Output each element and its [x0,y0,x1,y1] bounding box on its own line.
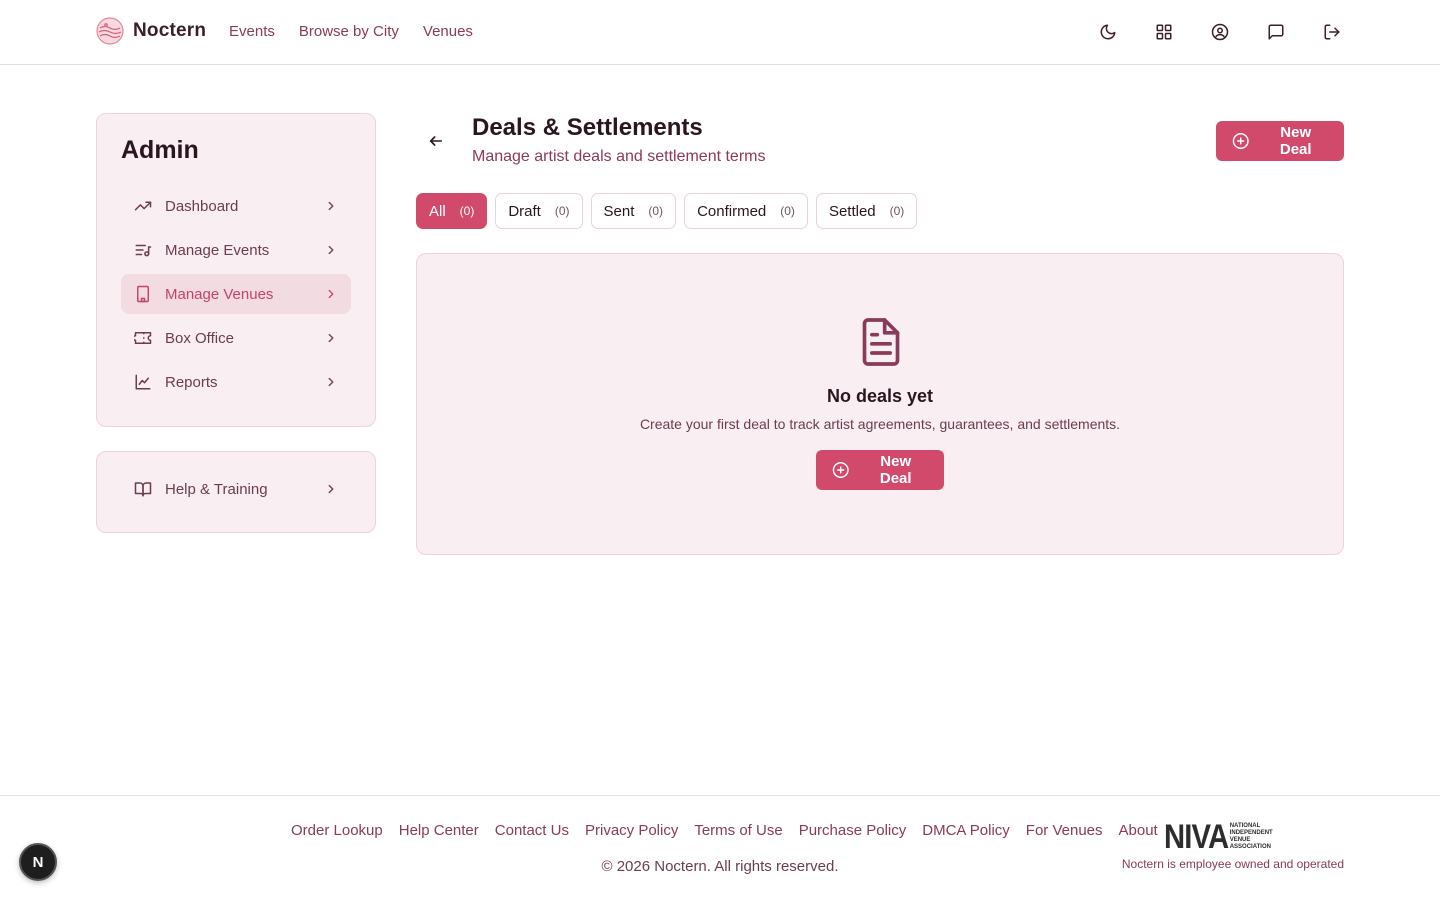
tab-label: Sent [603,202,635,220]
new-deal-label: New Deal [879,453,912,487]
chat-icon[interactable] [1264,20,1288,44]
nav-events[interactable]: Events [229,23,275,40]
moon-icon[interactable] [1096,20,1120,44]
dev-tools-button[interactable]: N [19,843,57,881]
sidebar-title: Admin [121,136,199,164]
building-icon [133,284,153,304]
user-circle-icon[interactable] [1208,20,1232,44]
footer-link-purchase-policy[interactable]: Purchase Policy [799,822,907,839]
new-deal-button[interactable]: New Deal [1216,121,1344,161]
top-header: Noctern Events Browse by City Venues [0,0,1440,65]
footer-link-contact-us[interactable]: Contact Us [495,822,569,839]
footer-link-dmca-policy[interactable]: DMCA Policy [922,822,1010,839]
page-subtitle: Manage artist deals and settlement terms [472,148,766,165]
plus-circle-icon [832,462,849,478]
sidebar-item-label: Dashboard [165,197,239,215]
document-icon [862,318,900,366]
empty-state-card: No deals yet Create your first deal to t… [416,253,1344,555]
niva-text: NATIONAL INDEPENDENT VENUE ASSOCIATION [1230,823,1273,851]
sidebar-item-manage-venues[interactable]: Manage Venues [121,274,351,314]
sidebar-item-label: Box Office [165,329,234,347]
tab-draft[interactable]: Draft (0) [495,193,583,229]
header-icons [1096,20,1344,44]
footer-link-terms-of-use[interactable]: Terms of Use [694,822,782,839]
chevron-right-icon [323,481,339,497]
sidebar-item-label: Manage Events [165,241,270,259]
trending-up-icon [133,196,153,216]
tab-all[interactable]: All (0) [416,193,488,229]
list-music-icon [133,240,153,260]
footer-link-help-center[interactable]: Help Center [399,822,479,839]
footer-link-about[interactable]: About [1119,822,1158,839]
footer: Order Lookup Help Center Contact Us Priv… [0,795,1440,900]
brand-name: Noctern [133,20,207,41]
noctern-logo-icon [96,17,124,45]
empty-state-description: Create your first deal to track artist a… [639,416,1121,432]
sidebar-item-manage-events[interactable]: Manage Events [121,230,351,270]
chevron-right-icon [323,374,339,390]
niva-line: VENUE [1229,837,1251,843]
footer-link-for-venues[interactable]: For Venues [1026,822,1103,839]
main-nav: Events Browse by City Venues [229,23,473,40]
tab-count: (0) [780,204,795,218]
footer-link-privacy-policy[interactable]: Privacy Policy [585,822,678,839]
tab-count: (0) [459,204,475,218]
tab-confirmed[interactable]: Confirmed (0) [684,193,808,229]
sidebar-item-dashboard[interactable]: Dashboard [121,186,351,226]
grid-icon[interactable] [1152,20,1176,44]
niva-line: INDEPENDENT [1229,830,1273,836]
nav-browse-by-city[interactable]: Browse by City [299,23,399,40]
tab-label: Settled [828,202,876,220]
admin-sidebar: Admin Dashboard Manage Events Manage Ven… [96,113,376,427]
sidebar-list: Dashboard Manage Events Manage Venues Bo… [121,186,351,406]
sidebar-item-help-training[interactable]: Help & Training [121,469,351,509]
tab-sent[interactable]: Sent (0) [590,193,677,229]
new-deal-label: New Deal [1279,124,1312,158]
line-chart-icon [133,372,153,392]
logout-icon[interactable] [1320,20,1344,44]
status-tabs: All (0) Draft (0) Sent (0) Confirmed (0)… [416,193,918,229]
page-title: Deals & Settlements [472,114,703,141]
footer-link-order-lookup[interactable]: Order Lookup [291,822,383,839]
tab-label: Confirmed [697,202,767,220]
chevron-right-icon [323,330,339,346]
sidebar-item-label: Help & Training [165,480,268,498]
niva-line: ASSOCIATION [1229,844,1271,850]
sidebar-item-reports[interactable]: Reports [121,362,351,402]
brand-link[interactable]: Noctern [96,17,206,45]
plus-circle-icon [1232,133,1249,149]
chevron-right-icon [323,198,339,214]
tab-count: (0) [648,204,664,218]
tab-label: All [429,202,446,220]
chevron-right-icon [323,242,339,258]
sidebar-item-label: Reports [165,373,218,391]
empty-new-deal-button[interactable]: New Deal [816,450,944,490]
help-card: Help & Training [96,451,376,533]
footer-links: Order Lookup Help Center Contact Us Priv… [291,822,1158,839]
niva-line: NATIONAL [1229,823,1261,829]
empty-state-title: No deals yet [826,386,934,406]
niva-mark: NIVA [1164,818,1229,856]
book-open-icon [133,479,153,499]
sidebar-item-label: Manage Venues [165,285,274,303]
sidebar-item-box-office[interactable]: Box Office [121,318,351,358]
nav-venues[interactable]: Venues [423,23,473,40]
tab-label: Draft [508,202,541,220]
back-arrow-icon[interactable] [424,129,448,153]
tab-count: (0) [889,204,905,218]
footer-tagline: Noctern is employee owned and operated [1121,857,1344,871]
tab-count: (0) [554,204,570,218]
niva-logo[interactable]: NIVA NATIONAL INDEPENDENT VENUE ASSOCIAT… [1164,818,1273,856]
chevron-right-icon [323,286,339,302]
ticket-icon [133,328,153,348]
tab-settled[interactable]: Settled (0) [815,193,918,229]
